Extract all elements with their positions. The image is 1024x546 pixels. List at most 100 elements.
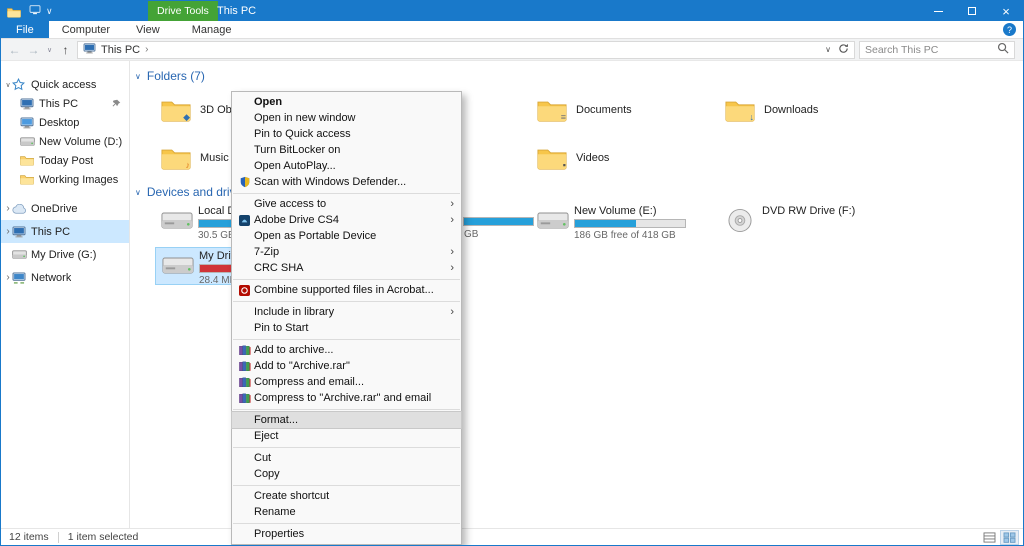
breadcrumb-this-pc[interactable]: This PC — [101, 44, 140, 56]
drive-tools-contextual-tab[interactable]: Drive Tools — [148, 1, 218, 21]
menu-separator — [233, 485, 460, 486]
menu-item-open-as-portable-device[interactable]: Open as Portable Device — [232, 228, 461, 244]
menu-item-scan-with-windows-defender[interactable]: Scan with Windows Defender... — [232, 174, 461, 190]
ribbon-tab-manage[interactable]: Manage — [179, 21, 245, 38]
menu-item-compress-to-archive-rar-and-email[interactable]: Compress to "Archive.rar" and email — [232, 390, 461, 406]
monitor-icon — [20, 117, 36, 129]
menu-item-format[interactable]: Format... — [232, 412, 461, 428]
winrar-icon — [235, 393, 254, 404]
status-selection-count: 1 item selected — [68, 531, 139, 543]
drive-tile-new-volume-e[interactable]: New Volume (E:) 186 GB free of 418 GB — [531, 203, 711, 241]
address-bar[interactable]: This PC › ∨ — [77, 41, 855, 59]
menu-separator — [233, 447, 460, 448]
expand-chevron-icon[interactable]: ∨ — [4, 81, 12, 89]
large-icons-view-icon[interactable] — [1001, 531, 1018, 544]
winrar-icon — [235, 377, 254, 388]
ribbon-tab-bar: File Computer View Manage ? — [1, 21, 1023, 39]
expand-chevron-icon[interactable]: › — [4, 273, 12, 283]
drive-detail-partial: GB — [464, 229, 478, 240]
sidebar-item-network[interactable]: › Network — [1, 266, 129, 289]
sidebar-item-this-pc[interactable]: › This PC — [1, 220, 129, 243]
star-icon — [12, 78, 28, 91]
folder-tile-videos[interactable]: ▪ Videos — [531, 139, 711, 177]
hard-drive-icon — [20, 136, 36, 147]
file-explorer-window: ∨ Drive Tools This PC × File Computer Vi… — [0, 0, 1024, 546]
folders-group-header[interactable]: ∨ Folders (7) — [135, 69, 205, 83]
sidebar-item-this-pc-pinned[interactable]: This PC — [1, 94, 129, 113]
menu-item-crc-sha[interactable]: CRC SHA› — [232, 260, 461, 276]
hard-drive-icon — [161, 208, 193, 238]
refresh-icon[interactable] — [838, 43, 849, 56]
menu-item-pin-to-start[interactable]: Pin to Start — [232, 320, 461, 336]
capacity-bar — [574, 219, 686, 228]
minimize-button[interactable] — [921, 1, 955, 21]
back-button[interactable]: ← — [7, 43, 22, 57]
winrar-icon — [235, 361, 254, 372]
maximize-button[interactable] — [955, 1, 989, 21]
search-icon[interactable] — [997, 41, 1009, 59]
sidebar-item-new-volume-d[interactable]: New Volume (D:) — [1, 132, 129, 151]
menu-item-copy[interactable]: Copy — [232, 466, 461, 482]
menu-item-add-to-archive[interactable]: Add to archive... — [232, 342, 461, 358]
qat-customize-chevron-icon[interactable]: ∨ — [46, 5, 53, 17]
up-button[interactable]: ↑ — [58, 43, 73, 57]
menu-item-cut[interactable]: Cut — [232, 450, 461, 466]
menu-item-open-in-new-window[interactable]: Open in new window — [232, 110, 461, 126]
status-divider — [58, 532, 59, 543]
menu-item-pin-to-quick-access[interactable]: Pin to Quick access — [232, 126, 461, 142]
menu-item-eject[interactable]: Eject — [232, 428, 461, 444]
sidebar-item-quick-access[interactable]: ∨ Quick access — [1, 75, 129, 94]
search-input[interactable] — [865, 44, 994, 56]
dvd-disc-icon — [725, 208, 757, 238]
folder-icon: ▪ — [537, 147, 567, 170]
menu-item-open[interactable]: Open — [232, 94, 461, 110]
menu-item-open-autoplay[interactable]: Open AutoPlay... — [232, 158, 461, 174]
menu-item-add-to-archive-rar[interactable]: Add to "Archive.rar" — [232, 358, 461, 374]
details-view-icon[interactable] — [981, 531, 998, 544]
menu-item-properties[interactable]: Properties — [232, 526, 461, 542]
breadcrumb-chevron-icon[interactable]: › — [145, 44, 148, 55]
collapse-chevron-icon[interactable]: ∨ — [135, 188, 141, 197]
folder-icon — [20, 174, 36, 185]
expand-chevron-icon[interactable]: › — [4, 204, 12, 214]
menu-item-include-in-library[interactable]: Include in library› — [232, 304, 461, 320]
menu-item-rename[interactable]: Rename — [232, 504, 461, 520]
ribbon-tab-file[interactable]: File — [1, 21, 49, 38]
address-dropdown-chevron-icon[interactable]: ∨ — [825, 45, 831, 54]
expand-chevron-icon[interactable]: › — [4, 227, 12, 237]
drive-tile-dvd-rw-f[interactable]: DVD RW Drive (F:) — [719, 203, 899, 241]
ribbon-tab-computer[interactable]: Computer — [49, 21, 123, 38]
hard-drive-icon — [12, 249, 28, 260]
qat-computer-icon[interactable] — [29, 5, 41, 18]
recent-locations-chevron-icon[interactable]: ∨ — [45, 46, 54, 54]
menu-separator — [233, 301, 460, 302]
forward-button[interactable]: → — [26, 43, 41, 57]
menu-item-turn-bitlocker-on[interactable]: Turn BitLocker on — [232, 142, 461, 158]
menu-item-give-access-to[interactable]: Give access to› — [232, 196, 461, 212]
ribbon-tab-view[interactable]: View — [123, 21, 173, 38]
close-button[interactable]: × — [989, 1, 1023, 21]
network-icon — [12, 272, 28, 284]
status-bar: 12 items 1 item selected — [1, 528, 1023, 545]
collapse-chevron-icon[interactable]: ∨ — [135, 72, 141, 81]
sidebar-item-working-images[interactable]: Working Images — [1, 170, 129, 189]
submenu-arrow-icon: › — [450, 263, 454, 274]
menu-item-combine-supported-files-in-acrobat[interactable]: Combine supported files in Acrobat... — [232, 282, 461, 298]
search-box[interactable] — [859, 41, 1015, 59]
menu-item-adobe-drive-cs4[interactable]: Adobe Drive CS4› — [232, 212, 461, 228]
menu-item-create-shortcut[interactable]: Create shortcut — [232, 488, 461, 504]
close-icon: × — [1002, 5, 1010, 18]
help-icon[interactable]: ? — [1003, 23, 1016, 36]
folder-tile-downloads[interactable]: ↓ Downloads — [719, 91, 899, 129]
sidebar-item-today-post[interactable]: Today Post — [1, 151, 129, 170]
sidebar-item-my-drive-g[interactable]: My Drive (G:) — [1, 243, 129, 266]
menu-item-compress-and-email[interactable]: Compress and email... — [232, 374, 461, 390]
menu-item-7-zip[interactable]: 7-Zip› — [232, 244, 461, 260]
onedrive-cloud-icon — [12, 204, 28, 214]
submenu-arrow-icon: › — [450, 247, 454, 258]
sidebar-item-desktop[interactable]: Desktop — [1, 113, 129, 132]
folder-icon: ≡ — [537, 99, 567, 122]
sidebar-item-onedrive[interactable]: › OneDrive — [1, 197, 129, 220]
folder-tile-documents[interactable]: ≡ Documents — [531, 91, 711, 129]
hard-drive-icon — [162, 253, 194, 283]
